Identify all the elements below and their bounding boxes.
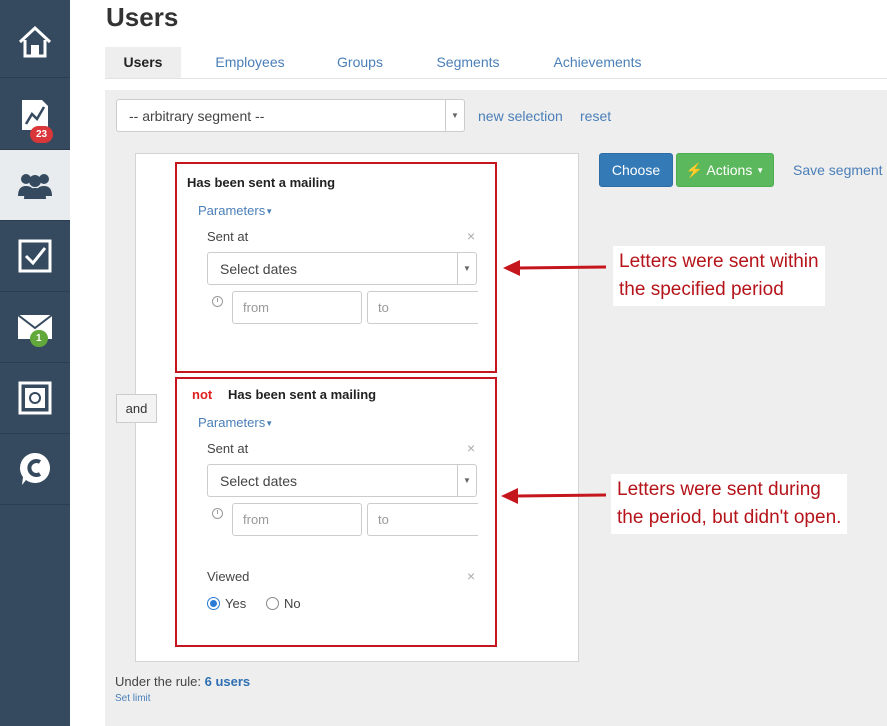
annotation-callout: Letters were sent during the period, but…: [611, 474, 848, 534]
close-icon[interactable]: ×: [467, 568, 475, 584]
radio-no[interactable]: [266, 597, 279, 610]
date-range-value: Select dates: [220, 261, 298, 277]
parameters-toggle[interactable]: Parameters▼: [198, 203, 273, 218]
not-operator[interactable]: not: [192, 387, 212, 402]
chevron-down-icon: ▼: [457, 253, 476, 284]
rule-title: Has been sent a mailing: [228, 387, 377, 402]
save-segment-link[interactable]: Save segment: [793, 162, 883, 178]
radio-no-label: No: [284, 596, 301, 611]
caret-down-icon: ▼: [756, 166, 765, 175]
checkbox-icon: [18, 239, 52, 273]
notification-badge: 23: [30, 126, 54, 143]
actions-label: Actions: [706, 162, 753, 178]
viewed-label: Viewed: [207, 569, 250, 584]
notification-badge: 1: [30, 330, 48, 347]
nav-home[interactable]: [0, 7, 70, 78]
nav-mailings[interactable]: 1: [0, 292, 70, 363]
annotation-line: the specified period: [619, 279, 784, 300]
clock-icon: [212, 296, 223, 307]
page-title: Users: [106, 2, 179, 32]
parameters-toggle[interactable]: Parameters▼: [198, 415, 273, 430]
close-icon[interactable]: ×: [467, 440, 475, 456]
chevron-down-icon: ▼: [457, 465, 476, 496]
reset-link[interactable]: reset: [580, 108, 611, 124]
rule-result-count[interactable]: 6 users: [205, 674, 251, 689]
tab-segments[interactable]: Segments: [427, 47, 509, 78]
segment-select-value: -- arbitrary segment --: [129, 108, 265, 124]
parameters-label: Parameters: [198, 415, 266, 430]
nav-users[interactable]: [0, 150, 70, 221]
radio-yes[interactable]: [207, 597, 220, 610]
sent-at-label: Sent at: [207, 229, 249, 244]
segment-select[interactable]: -- arbitrary segment -- ▼: [116, 99, 465, 132]
sent-at-label: Sent at: [207, 441, 249, 456]
tab-groups[interactable]: Groups: [325, 47, 395, 78]
annotation-line: Letters were sent within: [619, 251, 819, 272]
date-to-input[interactable]: to: [367, 503, 478, 536]
close-icon[interactable]: ×: [467, 228, 475, 244]
home-icon: [18, 25, 52, 58]
nav-tasks[interactable]: [0, 221, 70, 292]
caret-down-icon: ▼: [265, 207, 274, 216]
date-range-select[interactable]: Select dates ▼: [207, 252, 477, 285]
tab-bar: Users Employees Groups Segments Achievem…: [105, 47, 887, 79]
nav-analytics[interactable]: 23: [0, 79, 70, 150]
new-selection-link[interactable]: new selection: [478, 108, 563, 124]
safe-icon: [18, 381, 52, 415]
lightning-icon: ⚡: [685, 162, 704, 178]
rule-result-text: Under the rule: 6 users: [115, 674, 250, 689]
chevron-down-icon: ▼: [445, 100, 464, 131]
caret-down-icon: ▼: [265, 419, 274, 428]
actions-button[interactable]: ⚡ Actions ▼: [676, 153, 774, 187]
rule-result-prefix: Under the rule:: [115, 674, 201, 689]
parameters-label: Parameters: [198, 203, 266, 218]
date-from-input[interactable]: from: [232, 291, 362, 324]
annotation-line: Letters were sent during: [617, 479, 821, 500]
sidebar: 23 1: [0, 0, 70, 726]
nav-chat[interactable]: [0, 434, 70, 505]
date-range-value: Select dates: [220, 473, 298, 489]
tab-employees[interactable]: Employees: [205, 47, 295, 78]
tab-achievements[interactable]: Achievements: [545, 47, 650, 78]
set-limit-link[interactable]: Set limit: [115, 693, 151, 704]
rule-title: Has been sent a mailing: [187, 175, 336, 190]
tab-users[interactable]: Users: [105, 47, 181, 78]
chat-icon: [19, 453, 50, 485]
nav-safe[interactable]: [0, 363, 70, 434]
annotation-line: the period, but didn't open.: [617, 507, 842, 528]
date-range-select[interactable]: Select dates ▼: [207, 464, 477, 497]
date-to-input[interactable]: to: [367, 291, 478, 324]
users-icon: [18, 174, 52, 199]
viewed-yes-option[interactable]: Yes: [207, 596, 246, 611]
choose-button[interactable]: Choose: [599, 153, 673, 187]
viewed-no-option[interactable]: No: [266, 596, 301, 611]
annotation-callout: Letters were sent within the specified p…: [613, 246, 825, 306]
and-operator-button[interactable]: and: [116, 394, 157, 423]
radio-yes-label: Yes: [225, 596, 247, 611]
date-from-input[interactable]: from: [232, 503, 362, 536]
clock-icon: [212, 508, 223, 519]
